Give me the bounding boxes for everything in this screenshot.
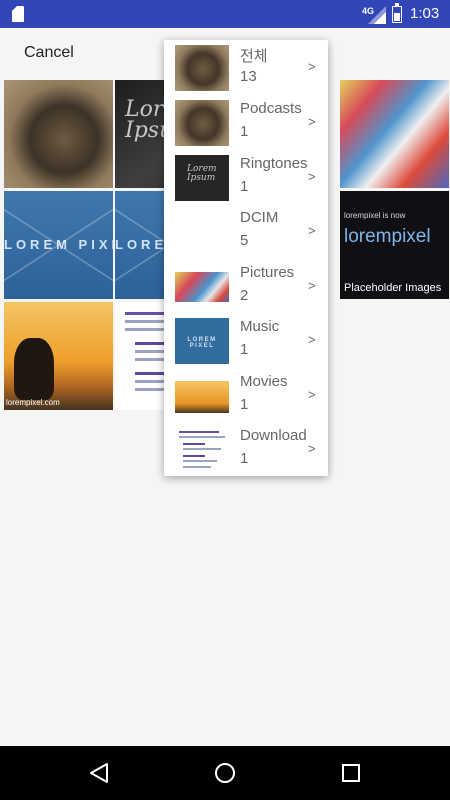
album-name: Music xyxy=(240,318,280,335)
album-count: 1 xyxy=(240,450,249,467)
album-thumb-lorem-pixel: LOREM PIXEL xyxy=(175,318,229,364)
album-dropdown-menu: 전체 13 > Podcasts 1 > Lorem Ipsum Rington… xyxy=(164,40,328,476)
chevron-right-icon: > xyxy=(308,332,316,347)
chevron-right-icon: > xyxy=(308,223,316,238)
album-name: Download xyxy=(240,427,307,444)
home-icon[interactable] xyxy=(214,762,236,784)
album-item-podcasts[interactable]: Podcasts 1 > xyxy=(164,95,328,149)
album-name: Ringtones xyxy=(240,155,308,172)
placeholder-main-text: lorempixel xyxy=(344,226,431,247)
cancel-button[interactable]: Cancel xyxy=(24,44,74,62)
recents-icon[interactable] xyxy=(340,762,362,784)
album-thumb-colorful xyxy=(175,272,229,302)
chevron-right-icon: > xyxy=(308,59,316,74)
album-item-dcim[interactable]: DCIM 5 > xyxy=(164,204,328,258)
album-count: 13 xyxy=(240,68,257,85)
album-name: Pictures xyxy=(240,264,295,281)
album-name: DCIM xyxy=(240,209,279,226)
album-item-pictures[interactable]: Pictures 2 > xyxy=(164,259,328,313)
sunset-caption: lorempixel.com xyxy=(6,398,60,407)
album-name: Movies xyxy=(240,373,288,390)
placeholder-bottom-text: Placeholder Images xyxy=(344,282,442,294)
album-item-download[interactable]: Download 1 > xyxy=(164,422,328,476)
album-count: 1 xyxy=(240,396,249,413)
album-item-movies[interactable]: Movies 1 > xyxy=(164,368,328,422)
navigation-bar xyxy=(0,746,450,800)
chevron-right-icon: > xyxy=(308,387,316,402)
grid-image-placeholder[interactable]: lorempixel is now lorempixel Placeholder… xyxy=(340,191,449,299)
grid-image-colorful[interactable] xyxy=(340,80,449,188)
placeholder-top-text: lorempixel is now xyxy=(344,211,406,220)
back-icon[interactable] xyxy=(88,762,110,784)
status-bar: 4G 1:03 xyxy=(0,0,450,28)
grid-image-cat[interactable] xyxy=(4,80,113,188)
battery-icon xyxy=(392,3,402,23)
album-thumb-cat xyxy=(175,100,229,146)
chevron-right-icon: > xyxy=(308,441,316,456)
album-name: 전체 xyxy=(240,48,268,65)
sd-card-icon xyxy=(12,6,24,22)
album-thumb-lorem-ipsum: Lorem Ipsum xyxy=(175,155,229,201)
album-thumb-cat xyxy=(175,45,229,91)
album-item-ringtones[interactable]: Lorem Ipsum Ringtones 1 > xyxy=(164,150,328,204)
album-thumb-sunset xyxy=(175,381,229,413)
chevron-right-icon: > xyxy=(308,114,316,129)
album-count: 1 xyxy=(240,341,249,358)
chevron-right-icon: > xyxy=(308,278,316,293)
album-count: 1 xyxy=(240,123,249,140)
album-item-all[interactable]: 전체 13 > xyxy=(164,40,328,94)
album-count: 1 xyxy=(240,178,249,195)
album-count: 5 xyxy=(240,232,249,249)
grid-image-lorem-pixel-1[interactable]: LOREM PIXEL xyxy=(4,191,113,299)
album-name: Podcasts xyxy=(240,100,302,117)
album-count: 2 xyxy=(240,287,249,304)
album-item-music[interactable]: LOREM PIXEL Music 1 > xyxy=(164,313,328,367)
chevron-right-icon: > xyxy=(308,169,316,184)
clock: 1:03 xyxy=(410,5,440,22)
grid-image-sunset[interactable]: lorempixel.com xyxy=(4,302,113,410)
signal-icon xyxy=(368,6,386,24)
album-thumb-document xyxy=(175,427,229,473)
